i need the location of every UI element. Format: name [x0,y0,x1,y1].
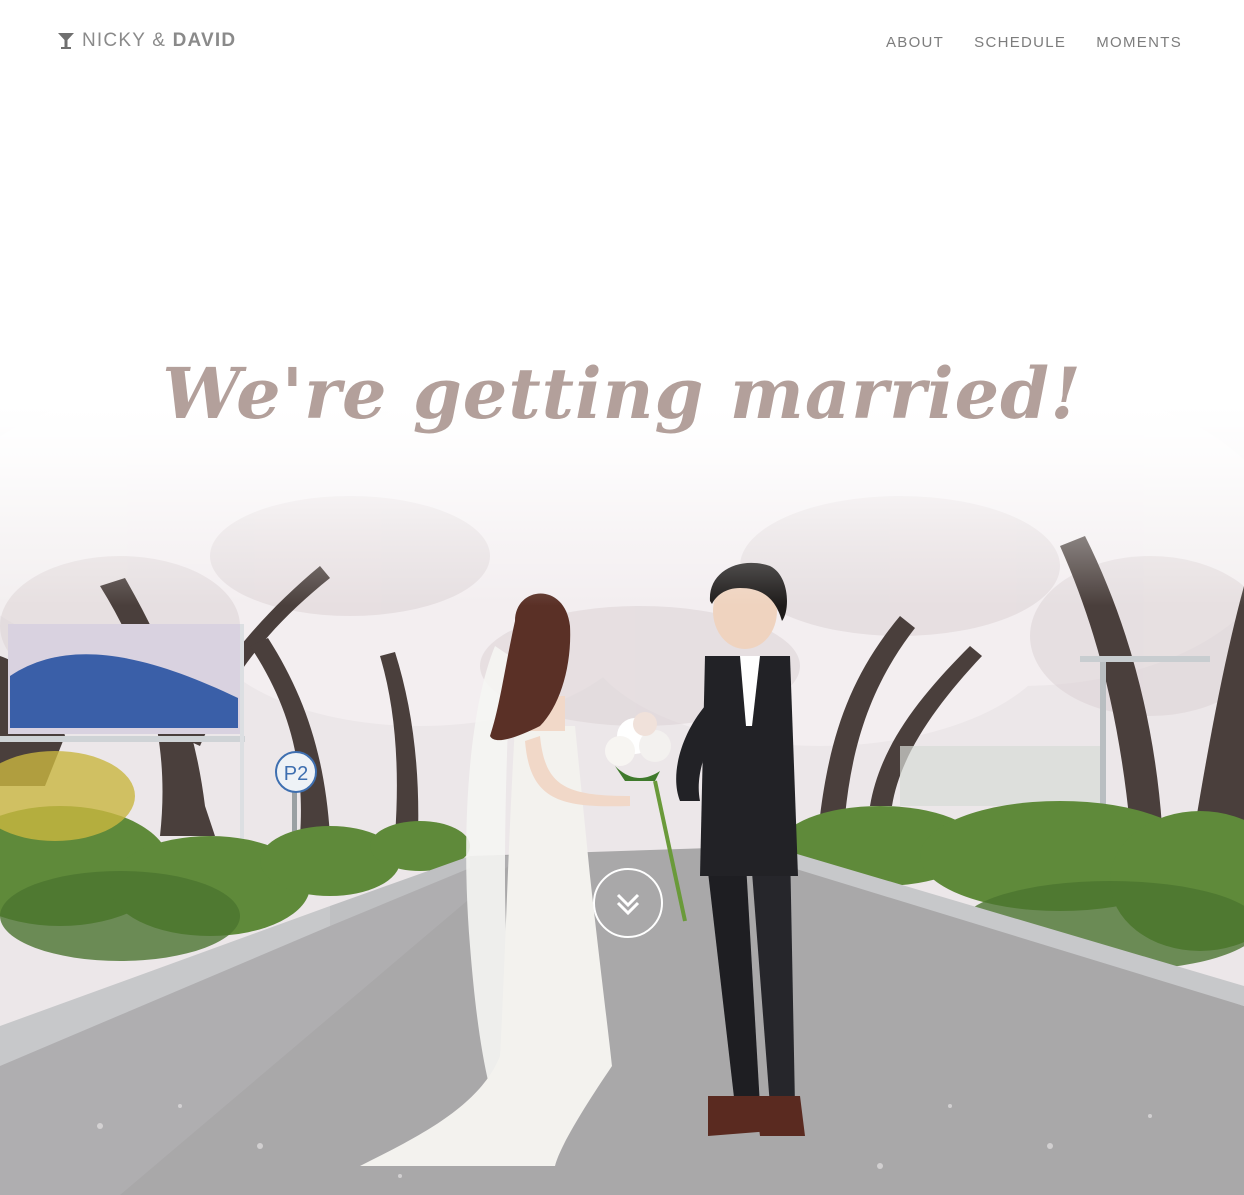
main-nav: ABOUT SCHEDULE MOMENTS [856,34,1182,51]
site-header: NICKY & DAVID ABOUT SCHEDULE MOMENTS [0,0,1244,86]
chevron-double-down-icon [616,893,640,916]
hero-photo: P2 [0,406,1244,1195]
hero-top-fade [0,406,1244,606]
nav-link-about[interactable]: ABOUT [886,34,944,51]
hero-headline: We're getting married! [162,352,1082,435]
cocktail-glass-icon [58,33,74,49]
brand-logo-link[interactable]: NICKY & DAVID [57,30,236,52]
brand-name-second: DAVID [172,30,237,51]
nav-link-moments[interactable]: MOMENTS [1096,34,1182,51]
nav-link-schedule[interactable]: SCHEDULE [974,34,1066,51]
brand-name: NICKY & DAVID [82,30,236,52]
parking-sign-text: P2 [284,763,308,785]
scroll-down-button[interactable] [593,868,663,938]
brand-name-first: NICKY [82,30,146,51]
brand-separator: & [152,30,167,51]
